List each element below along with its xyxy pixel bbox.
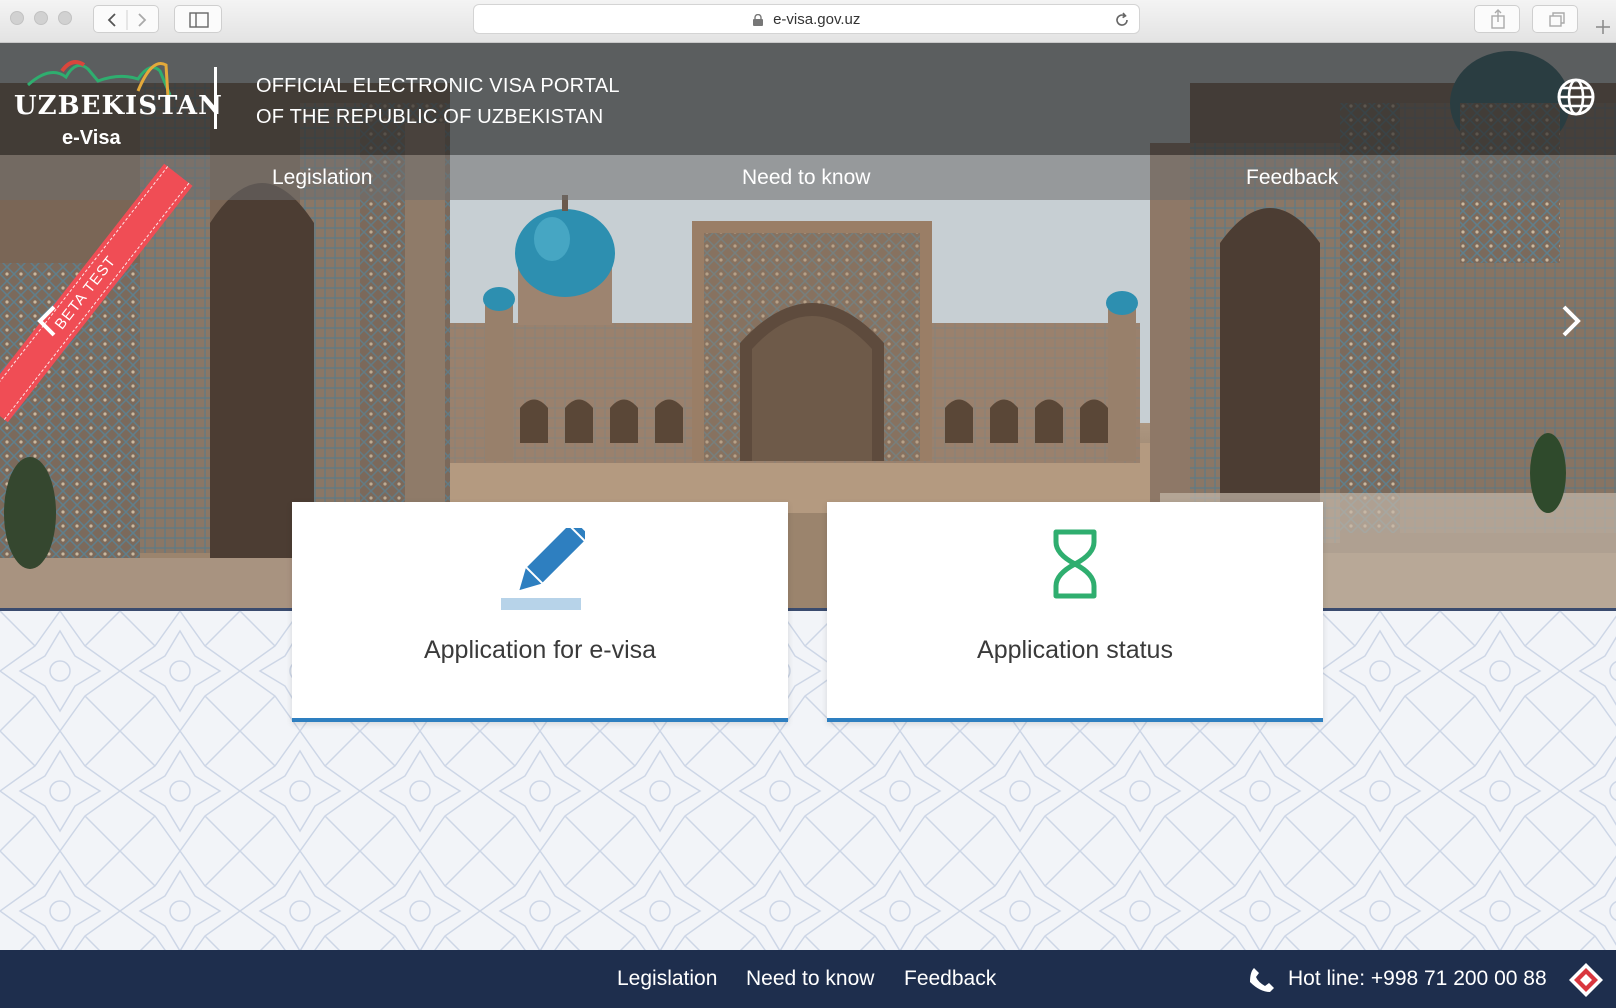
pencil-icon — [501, 528, 585, 610]
application-status-card[interactable]: Application status — [827, 502, 1323, 722]
header-divider — [214, 67, 217, 129]
nav-feedback[interactable]: Feedback — [1246, 155, 1338, 200]
tabs-icon — [1549, 12, 1565, 27]
url-text: e-visa.gov.uz — [773, 11, 861, 28]
logo-wordmark: UZBEKISTAN — [14, 91, 223, 121]
apply-evisa-card[interactable]: Application for e-visa — [292, 502, 788, 722]
nav-legislation[interactable]: Legislation — [272, 155, 372, 200]
nav-need-to-know[interactable]: Need to know — [742, 155, 870, 200]
portal-title: OFFICIAL ELECTRONIC VISA PORTAL OF THE R… — [256, 71, 620, 133]
phone-icon — [1250, 968, 1274, 992]
tabs-button[interactable] — [1532, 5, 1578, 33]
window-zoom-button[interactable] — [58, 11, 72, 25]
application-status-label: Application status — [977, 636, 1173, 664]
reload-icon[interactable] — [1113, 11, 1131, 29]
globe-icon[interactable] — [1556, 77, 1596, 117]
nav-arrows-icon — [107, 10, 147, 30]
chevron-left-icon[interactable] — [30, 301, 64, 341]
site-logo[interactable]: UZBEKISTAN e-Visa — [10, 51, 222, 149]
back-forward-group — [93, 5, 159, 33]
footer-need-to-know[interactable]: Need to know — [746, 950, 874, 1008]
footer-feedback[interactable]: Feedback — [904, 950, 996, 1008]
site-header — [0, 43, 1616, 155]
portal-title-line2: OF THE REPUBLIC OF UZBEKISTAN — [256, 106, 604, 128]
portal-title-line1: OFFICIAL ELECTRONIC VISA PORTAL — [256, 75, 620, 97]
footer-legislation[interactable]: Legislation — [617, 950, 717, 1008]
girih-pattern — [0, 611, 1616, 950]
window-close-button[interactable] — [10, 11, 24, 25]
brand-diamond-icon — [1569, 963, 1603, 997]
share-button[interactable] — [1474, 5, 1520, 33]
apply-evisa-label: Application for e-visa — [423, 636, 657, 664]
browser-toolbar: e-visa.gov.uz — [0, 0, 1616, 43]
site-footer: Legislation Need to know Feedback Hot li… — [0, 950, 1616, 1008]
hero-slider: UZBEKISTAN e-Visa OFFICIAL ELECTRONIC VI… — [0, 43, 1616, 611]
window-minimize-button[interactable] — [34, 11, 48, 25]
share-icon — [1491, 9, 1505, 29]
lock-icon — [752, 14, 763, 26]
hourglass-icon — [1053, 529, 1097, 599]
ornament-background — [0, 611, 1616, 950]
sidebar-toggle-button[interactable] — [174, 5, 222, 33]
hotline-text: Hot line: +998 71 200 00 88 — [1288, 967, 1547, 990]
new-tab-icon[interactable] — [1594, 18, 1612, 36]
logo-evisa: e-Visa — [62, 127, 121, 149]
address-bar[interactable]: e-visa.gov.uz — [473, 4, 1140, 34]
chevron-right-icon[interactable] — [1554, 301, 1588, 341]
sidebar-icon — [189, 12, 209, 28]
